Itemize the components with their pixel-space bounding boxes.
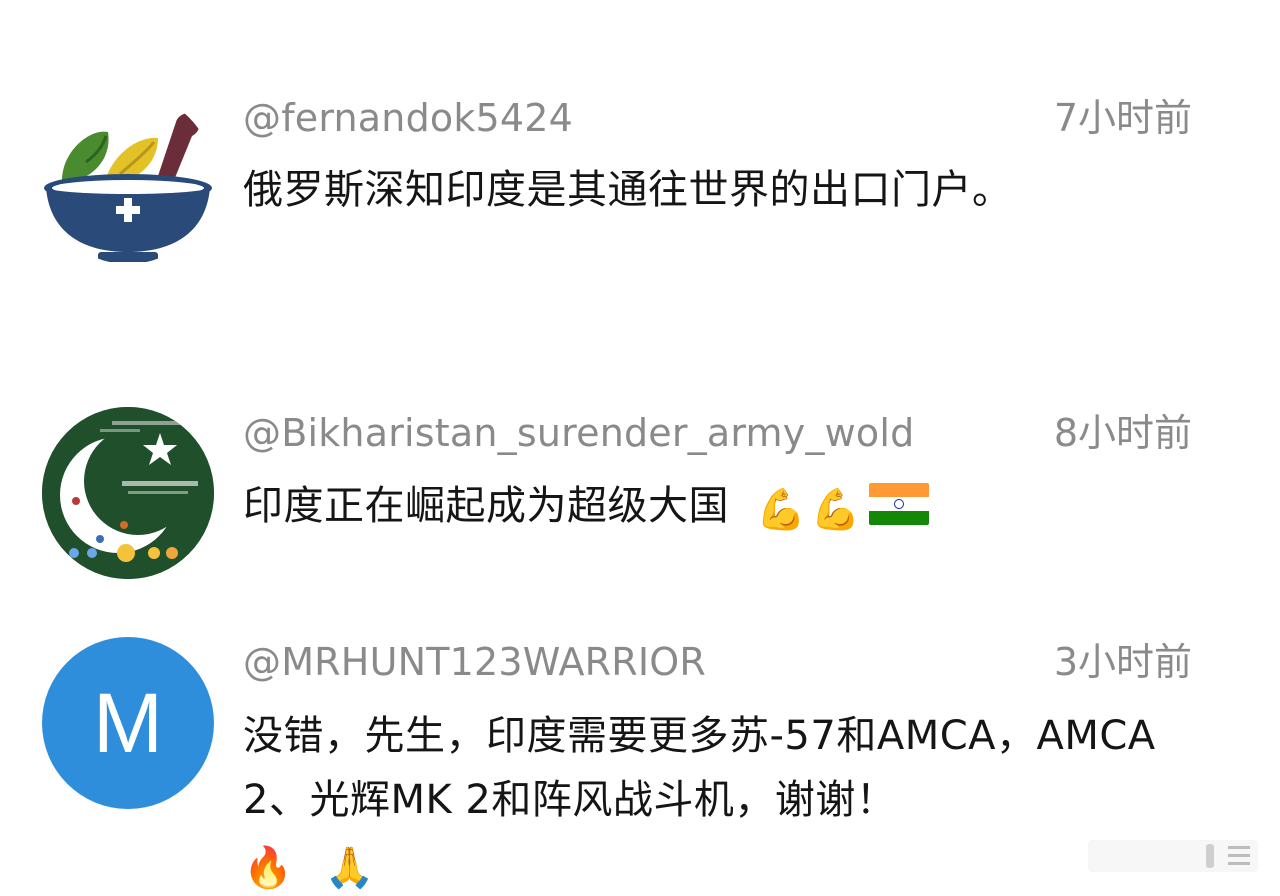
flexed-biceps-emoji: 💪	[756, 487, 807, 533]
timestamp: 7小时前	[1053, 96, 1192, 140]
comment-text: 俄罗斯深知印度是其通往世界的出口门户。	[243, 158, 1194, 222]
india-flag-icon	[868, 483, 929, 525]
comment-body: 印度正在崛起成为超级大国	[243, 483, 729, 529]
comment-body: 俄罗斯深知印度是其通往世界的出口门户。	[243, 167, 1013, 213]
flexed-biceps-emoji: 💪	[810, 487, 861, 533]
username-link[interactable]: @fernandok5424	[243, 93, 573, 143]
comment-header: @MRHUNT123WARRIOR 3小时前	[243, 637, 1192, 687]
username-link[interactable]: @MRHUNT123WARRIOR	[243, 637, 706, 687]
avatar[interactable]	[42, 92, 214, 264]
mortar-bowl-icon	[44, 113, 212, 262]
avatar[interactable]	[42, 407, 214, 579]
timestamp: 3小时前	[1053, 640, 1192, 684]
folded-hands-emoji: 🙏	[324, 845, 375, 891]
comment-body: 没错，先生，印度需要更多苏-57和AMCA，AMCA 2、光辉MK 2和阵风战斗…	[243, 713, 1156, 823]
username-link[interactable]: @Bikharistan_surender_army_wold	[243, 408, 914, 458]
comment-text: 没错，先生，印度需要更多苏-57和AMCA，AMCA 2、光辉MK 2和阵风战斗…	[243, 704, 1194, 896]
avatar[interactable]: M	[42, 637, 214, 809]
fire-emoji: 🔥	[243, 845, 294, 891]
comment-header: @fernandok5424 7小时前	[243, 93, 1192, 143]
comment-header: @Bikharistan_surender_army_wold 8小时前	[243, 408, 1192, 458]
avatar-letter: M	[93, 676, 163, 770]
crescent-star-image	[42, 407, 214, 579]
comment-text: 印度正在崛起成为超级大国 💪 💪	[243, 474, 1194, 538]
watermark-icon	[1088, 836, 1258, 876]
timestamp: 8小时前	[1053, 411, 1192, 455]
